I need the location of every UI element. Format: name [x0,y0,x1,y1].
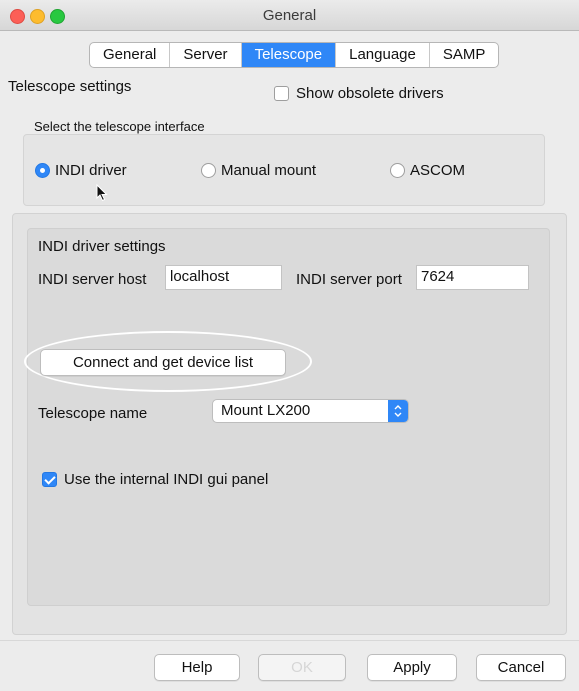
radio-icon[interactable] [390,163,405,178]
use-gui-panel-checkbox[interactable]: Use the internal INDI gui panel [42,471,268,488]
tab-general[interactable]: General [90,43,171,67]
title-bar: General [0,0,579,31]
mouse-pointer-icon [96,184,108,202]
radio-manual-mount[interactable]: Manual mount [201,162,316,179]
tab-bar: General Server Telescope Language SAMP [89,42,500,68]
radio-manual-mount-label: Manual mount [221,162,317,179]
radio-indi-driver-label: INDI driver [55,162,127,179]
server-port-label: INDI server port [296,271,402,288]
telescope-settings-title: Telescope settings [8,78,132,95]
radio-ascom-label: ASCOM [410,162,466,179]
radio-selected-icon[interactable] [35,163,50,178]
tab-language[interactable]: Language [336,43,430,67]
telescope-name-label: Telescope name [38,405,148,422]
footer-divider [0,640,579,641]
radio-indi-driver[interactable]: INDI driver [35,162,127,179]
window-title: General [262,7,317,24]
show-obsolete-drivers-checkbox[interactable]: Show obsolete drivers [274,85,444,102]
telescope-name-value: Mount LX200 [221,402,311,419]
radio-icon[interactable] [201,163,216,178]
telescope-name-select[interactable]: Mount LX200 [212,399,409,423]
connect-button[interactable]: Connect and get device list [40,349,286,376]
interface-select-label: Select the telescope interface [34,119,205,134]
tab-telescope[interactable]: Telescope [241,43,337,67]
chevron-updown-icon[interactable] [388,400,408,422]
tab-samp[interactable]: SAMP [430,43,499,67]
server-host-label: INDI server host [38,271,147,288]
indi-settings-title: INDI driver settings [38,238,166,255]
use-gui-panel-label: Use the internal INDI gui panel [64,471,269,488]
checkbox-icon[interactable] [274,86,289,101]
tab-server[interactable]: Server [170,43,242,67]
apply-button[interactable]: Apply [367,654,457,681]
cancel-button[interactable]: Cancel [476,654,566,681]
help-button[interactable]: Help [154,654,240,681]
show-obsolete-drivers-label: Show obsolete drivers [296,85,444,102]
checkbox-checked-icon[interactable] [42,472,57,487]
radio-ascom[interactable]: ASCOM [390,162,465,179]
server-host-input[interactable]: localhost [165,265,282,290]
server-port-input[interactable]: 7624 [416,265,529,290]
ok-button[interactable]: OK [258,654,346,681]
